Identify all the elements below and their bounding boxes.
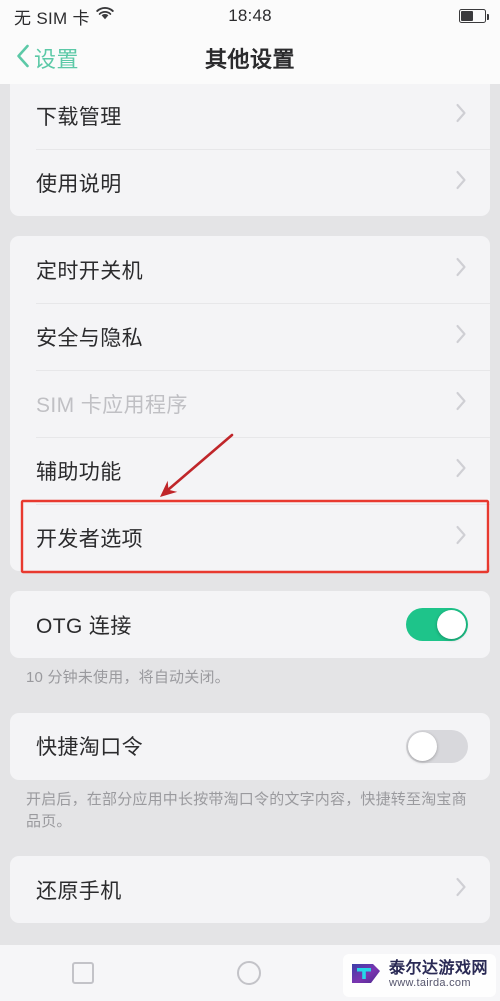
- switch-knob: [408, 731, 437, 761]
- circle-icon: [236, 961, 261, 985]
- tairda-logo-icon: [349, 959, 383, 992]
- row-accessibility[interactable]: 辅助功能: [10, 437, 490, 504]
- watermark-site-name: 泰尔达游戏网: [388, 960, 488, 978]
- chevron-right-icon: [454, 389, 468, 418]
- nav-home-button[interactable]: [236, 961, 261, 985]
- chevron-left-icon: [14, 42, 32, 75]
- chevron-right-icon: [454, 101, 468, 130]
- row-label: 辅助功能: [36, 460, 122, 484]
- battery-fill: [461, 11, 473, 21]
- watermark-text: 泰尔达游戏网 www.tairda.com: [389, 961, 488, 989]
- wifi-icon: [95, 6, 115, 26]
- chevron-right-icon: [454, 456, 468, 485]
- row-otg-switch[interactable]: [406, 608, 468, 641]
- status-bar-right: [459, 9, 490, 23]
- back-button-label: 设置: [34, 47, 80, 72]
- status-bar-left: 无 SIM 卡: [14, 4, 115, 29]
- row-label: OTG 连接: [36, 614, 132, 638]
- carrier-label: 无 SIM 卡: [14, 8, 90, 28]
- row-label: 使用说明: [36, 172, 122, 196]
- settings-group: 还原手机: [10, 856, 490, 924]
- nav-recents-button[interactable]: [71, 962, 94, 984]
- watermark: 泰尔达游戏网 www.tairda.com: [342, 954, 496, 997]
- switch-knob: [437, 610, 466, 639]
- settings-group: 定时开关机安全与隐私 SIM 卡应用程序 辅助功能开发者选项: [10, 236, 490, 571]
- row-label: SIM 卡应用程序: [36, 393, 188, 417]
- row-label: 安全与隐私: [36, 326, 143, 350]
- row-label: 开发者选项: [36, 527, 143, 551]
- battery-icon: [459, 9, 490, 23]
- square-icon: [71, 962, 94, 984]
- settings-group: 快捷淘口令: [10, 712, 490, 780]
- row-security-privacy[interactable]: 安全与隐私: [10, 303, 490, 370]
- chevron-right-icon: [454, 322, 468, 351]
- group-helper-text: 开启后，在部分应用中长按带淘口令的文字内容，快捷转至淘宝商品页。: [26, 790, 467, 830]
- row-user-guide[interactable]: 使用说明: [10, 149, 490, 216]
- chevron-right-icon: [454, 523, 468, 552]
- back-button[interactable]: 设置: [0, 42, 79, 75]
- watermark-url: www.tairda.com: [388, 977, 471, 990]
- group-helper-text: 10 分钟未使用，将自动关闭。: [26, 669, 230, 686]
- row-scheduled-power[interactable]: 定时开关机: [10, 236, 490, 303]
- row-quick-taokouling[interactable]: 快捷淘口令: [10, 713, 490, 780]
- settings-scroll-area[interactable]: 下载管理使用说明定时开关机安全与隐私 SIM 卡应用程序 辅助功能开发者选项 OTG …: [0, 84, 500, 945]
- settings-group: 下载管理 使用说明: [10, 84, 490, 216]
- row-label: 定时开关机: [36, 259, 143, 283]
- row-developer-options[interactable]: 开发者选项: [10, 504, 490, 571]
- phone-screen: 无 SIM 卡 18:48 设置 其他设置 下载管理 使用说明 定时开关机 安全…: [0, 0, 500, 1001]
- settings-group: OTG 连接: [10, 591, 490, 658]
- row-quick-taokouling-switch[interactable]: [406, 729, 468, 763]
- chevron-right-icon: [454, 255, 468, 284]
- row-label: 下载管理: [36, 105, 122, 129]
- row-sim-toolkit[interactable]: SIM 卡应用程序: [10, 370, 490, 437]
- row-otg[interactable]: OTG 连接: [10, 591, 490, 658]
- chevron-right-icon: [454, 875, 468, 904]
- navigation-header: 设置 其他设置: [0, 32, 500, 84]
- row-label: 还原手机: [36, 879, 122, 903]
- row-label: 快捷淘口令: [36, 736, 143, 760]
- chevron-right-icon: [454, 168, 468, 197]
- row-download-manager[interactable]: 下载管理: [10, 84, 490, 149]
- row-reset-phone[interactable]: 还原手机: [10, 856, 490, 923]
- status-bar: 无 SIM 卡 18:48: [0, 0, 500, 32]
